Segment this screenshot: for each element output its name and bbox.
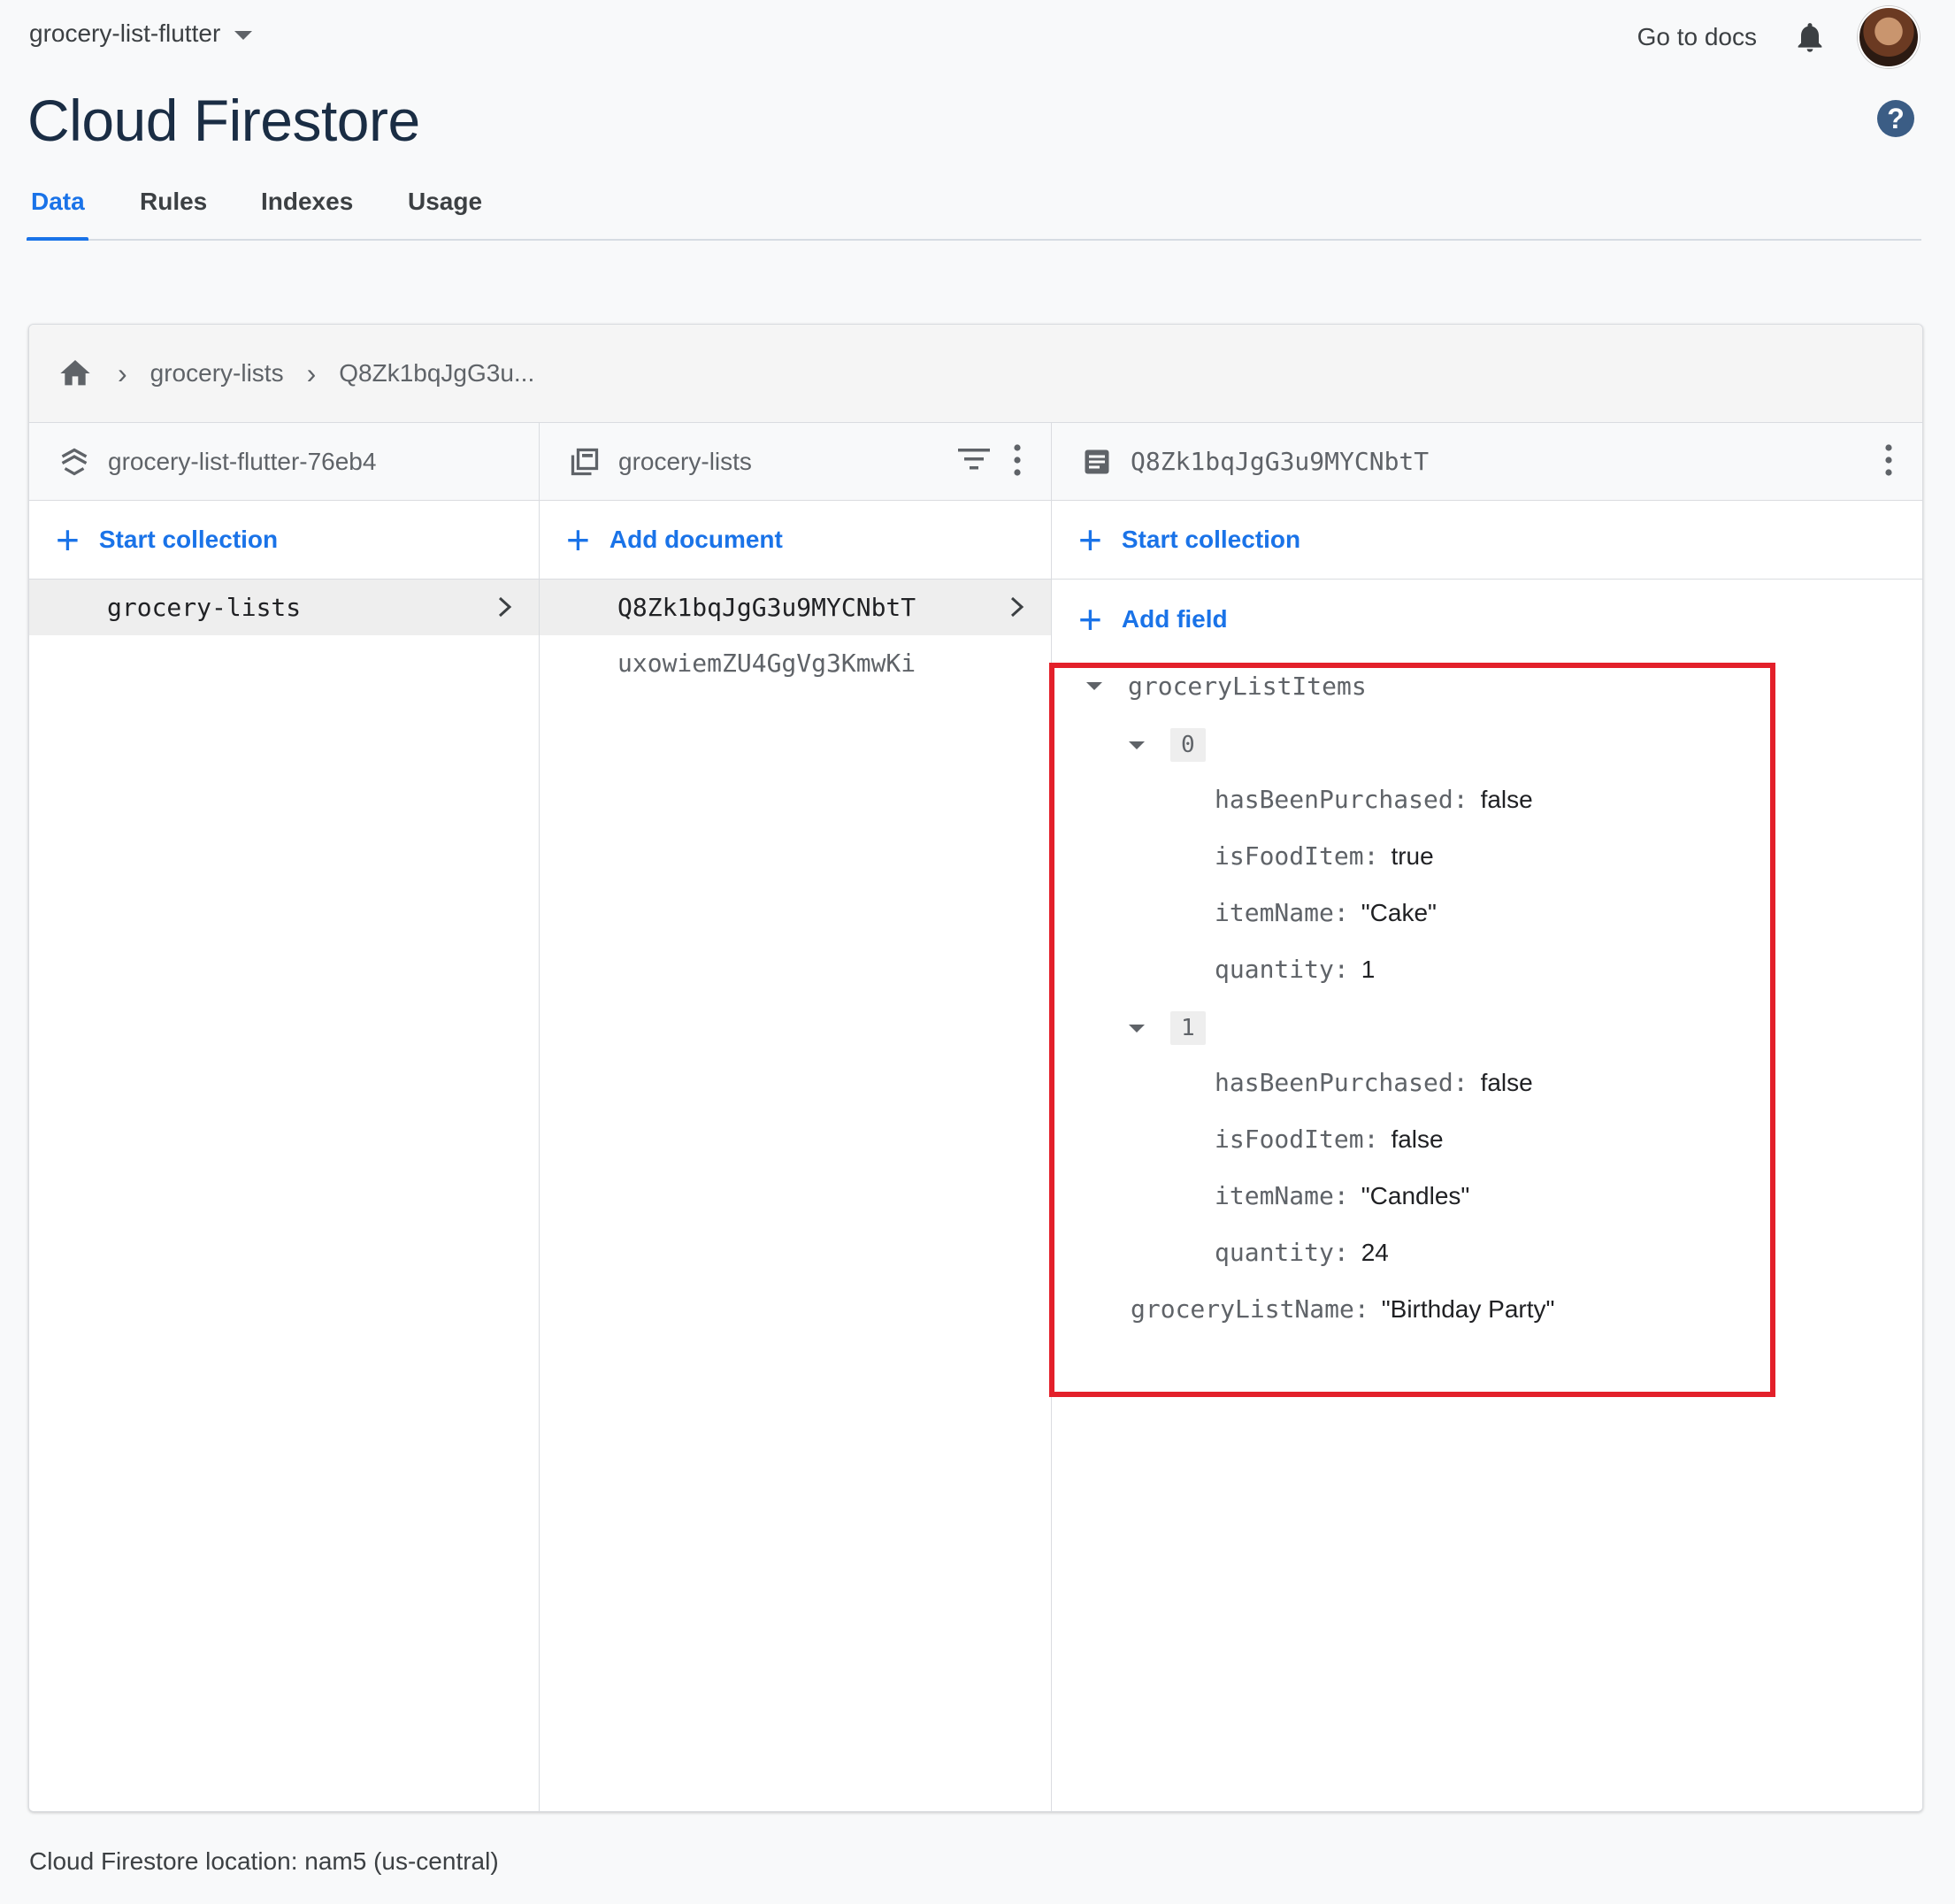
start-collection-label: Start collection [98, 526, 279, 553]
chevron-right-icon: › [306, 357, 317, 389]
add-document-label: Add document [609, 526, 783, 553]
user-avatar[interactable] [1858, 6, 1920, 68]
tab-rules[interactable]: Rules [140, 188, 207, 216]
top-right-actions: Go to docs [1637, 6, 1920, 68]
document-column-header: Q8Zk1bqJgG3u9MYCNbtT [1052, 423, 1922, 501]
start-collection-button[interactable]: + Start collection [29, 501, 539, 580]
more-vert-icon[interactable] [1014, 442, 1021, 478]
collection-column: grocery-lists + Add document Q8Zk1bqJgG3… [540, 423, 1052, 1811]
filter-icon[interactable] [957, 446, 991, 472]
add-field-label: Add field [1121, 605, 1228, 633]
caret-down-icon [234, 31, 253, 40]
document-list-item[interactable]: uxowiemZU4GgVg3KmwKi [540, 635, 1051, 691]
page-title: Cloud Firestore [27, 88, 420, 153]
tab-indexes[interactable]: Indexes [261, 188, 353, 216]
highlight-annotation-box [1049, 663, 1775, 1397]
tab-data[interactable]: Data [31, 188, 85, 216]
plus-icon: + [56, 517, 80, 563]
database-layers-icon [61, 448, 88, 475]
root-column-header: grocery-list-flutter-76eb4 [29, 423, 539, 501]
collection-name: grocery-lists [107, 593, 302, 622]
notifications-bell-icon[interactable] [1792, 19, 1828, 55]
collection-column-header: grocery-lists [540, 423, 1051, 501]
add-document-button[interactable]: + Add document [540, 501, 1051, 580]
more-vert-icon[interactable] [1885, 442, 1892, 478]
tab-bar: Data Rules Indexes Usage [27, 177, 1921, 241]
chevron-right-icon: › [118, 357, 127, 389]
help-icon[interactable]: ? [1877, 100, 1914, 137]
chevron-right-icon [498, 596, 512, 618]
document-id: uxowiemZU4GgVg3KmwKi [617, 649, 916, 678]
project-picker[interactable]: grocery-list-flutter [29, 19, 253, 48]
active-tab-indicator [27, 237, 88, 241]
chevron-right-icon [1010, 596, 1024, 618]
document-icon [1085, 449, 1109, 473]
root-column-title: grocery-list-flutter-76eb4 [108, 447, 377, 475]
project-name: grocery-list-flutter [29, 19, 221, 47]
tab-usage[interactable]: Usage [408, 188, 482, 216]
plus-icon: + [1078, 517, 1102, 563]
add-field-button[interactable]: + Add field [1052, 580, 1922, 659]
start-subcollection-button[interactable]: + Start collection [1052, 501, 1922, 580]
plus-icon: + [1078, 596, 1102, 642]
root-column: grocery-list-flutter-76eb4 + Start colle… [29, 423, 540, 1811]
breadcrumb-document[interactable]: Q8Zk1bqJgG3u... [339, 359, 534, 388]
firestore-location: Cloud Firestore location: nam5 (us-centr… [29, 1847, 499, 1875]
start-subcollection-label: Start collection [1121, 526, 1301, 553]
document-column-title: Q8Zk1bqJgG3u9MYCNbtT [1131, 447, 1430, 476]
home-icon[interactable] [56, 356, 95, 391]
collection-list-item[interactable]: grocery-lists [29, 580, 539, 635]
document-id: Q8Zk1bqJgG3u9MYCNbtT [617, 593, 916, 622]
document-list-item[interactable]: Q8Zk1bqJgG3u9MYCNbtT [540, 580, 1051, 635]
collection-column-title: grocery-lists [618, 447, 752, 475]
breadcrumb-collection[interactable]: grocery-lists [150, 359, 284, 388]
go-to-docs-link[interactable]: Go to docs [1637, 23, 1757, 51]
breadcrumb: › grocery-lists › Q8Zk1bqJgG3u... [29, 325, 1922, 423]
plus-icon: + [566, 517, 590, 563]
collection-icon [571, 448, 599, 475]
